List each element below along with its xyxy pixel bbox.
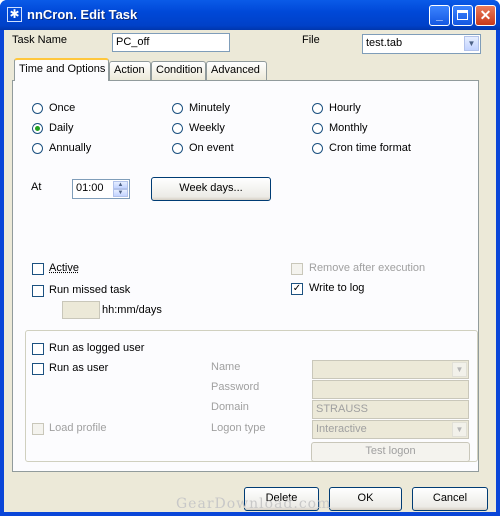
- title-bar[interactable]: ✱ nnCron. Edit Task _ ✕: [0, 0, 500, 30]
- load-profile-label: Load profile: [49, 422, 107, 434]
- tab-condition[interactable]: Condition: [151, 61, 206, 80]
- at-time-input[interactable]: 01:00 ▲ ▼: [72, 179, 130, 199]
- radio-minutely[interactable]: [172, 103, 183, 114]
- missed-task-units-label: hh:mm/days: [102, 304, 162, 316]
- minimize-button[interactable]: _: [429, 5, 450, 26]
- password-input: [312, 380, 469, 399]
- chevron-down-icon: ▼: [452, 422, 467, 437]
- logon-type-label: Logon type: [211, 422, 266, 434]
- radio-weekly-label: Weekly: [189, 122, 225, 134]
- radio-hourly[interactable]: [312, 103, 323, 114]
- run-as-logged-user-label: Run as logged user: [49, 342, 145, 354]
- radio-once[interactable]: [32, 103, 43, 114]
- task-name-input[interactable]: PC_off: [112, 33, 230, 52]
- remove-after-execution-label: Remove after execution: [309, 262, 426, 274]
- close-button[interactable]: ✕: [475, 5, 496, 26]
- logon-type-value: Interactive: [316, 423, 367, 435]
- run-as-user-checkbox[interactable]: [32, 363, 44, 375]
- radio-daily-label: Daily: [49, 122, 74, 134]
- radio-cron-time-format[interactable]: [312, 143, 323, 154]
- name-label: Name: [211, 361, 241, 373]
- task-name-label: Task Name: [12, 34, 68, 46]
- domain-label: Domain: [211, 401, 249, 413]
- ok-button[interactable]: OK: [329, 487, 402, 511]
- radio-cron-time-format-label: Cron time format: [329, 142, 411, 154]
- maximize-button[interactable]: [452, 5, 473, 26]
- run-missed-task-label: Run missed task: [49, 284, 131, 296]
- write-to-log-checkbox[interactable]: ✓: [291, 283, 303, 295]
- domain-input: STRAUSS: [312, 400, 469, 419]
- chevron-down-icon[interactable]: ▼: [464, 36, 479, 51]
- file-select[interactable]: test.tab ▼: [362, 34, 481, 54]
- week-days-button[interactable]: Week days...: [151, 177, 271, 201]
- tab-time-and-options[interactable]: Time and Options: [14, 58, 109, 81]
- radio-hourly-label: Hourly: [329, 102, 361, 114]
- password-label: Password: [211, 381, 260, 393]
- radio-annually-label: Annually: [49, 142, 92, 154]
- dialog-window: ✱ nnCron. Edit Task _ ✕ Task Name PC_off…: [0, 0, 500, 516]
- at-time-value: 01:00: [76, 182, 104, 194]
- file-label: File: [302, 34, 320, 46]
- run-as-logged-user-checkbox[interactable]: [32, 343, 44, 355]
- tab-advanced[interactable]: Advanced: [206, 61, 267, 80]
- window-title: nnCron. Edit Task: [27, 7, 138, 22]
- run-missed-task-checkbox[interactable]: [32, 285, 44, 297]
- radio-on-event-label: On event: [189, 142, 234, 154]
- run-as-user-label: Run as user: [49, 362, 109, 374]
- radio-minutely-label: Minutely: [189, 102, 230, 114]
- radio-weekly[interactable]: [172, 123, 183, 134]
- active-label: Active: [49, 262, 79, 274]
- chevron-down-icon: ▼: [452, 362, 467, 377]
- spin-up-icon[interactable]: ▲: [113, 181, 128, 189]
- radio-daily[interactable]: [32, 123, 43, 134]
- radio-annually[interactable]: [32, 143, 43, 154]
- radio-monthly[interactable]: [312, 123, 323, 134]
- active-checkbox[interactable]: [32, 263, 44, 275]
- logon-type-select: Interactive ▼: [312, 420, 469, 439]
- remove-after-execution-checkbox: [291, 263, 303, 275]
- tab-action[interactable]: Action: [109, 61, 151, 80]
- dialog-body: Task Name PC_off File test.tab ▼ Time an…: [4, 30, 496, 512]
- radio-on-event[interactable]: [172, 143, 183, 154]
- cancel-button[interactable]: Cancel: [412, 487, 488, 511]
- write-to-log-label: Write to log: [309, 282, 365, 294]
- at-label: At: [31, 181, 42, 193]
- file-select-value: test.tab: [366, 37, 403, 49]
- missed-task-interval-input: [62, 301, 100, 319]
- load-profile-checkbox: [32, 423, 44, 435]
- maximize-icon: [457, 10, 468, 20]
- watermark: GearDownload.com: [176, 496, 332, 512]
- app-icon: ✱: [7, 7, 22, 22]
- test-logon-button: Test logon: [311, 442, 470, 462]
- radio-once-label: Once: [49, 102, 76, 114]
- spin-down-icon[interactable]: ▼: [113, 189, 128, 197]
- radio-monthly-label: Monthly: [329, 122, 368, 134]
- name-select: ▼: [312, 360, 469, 379]
